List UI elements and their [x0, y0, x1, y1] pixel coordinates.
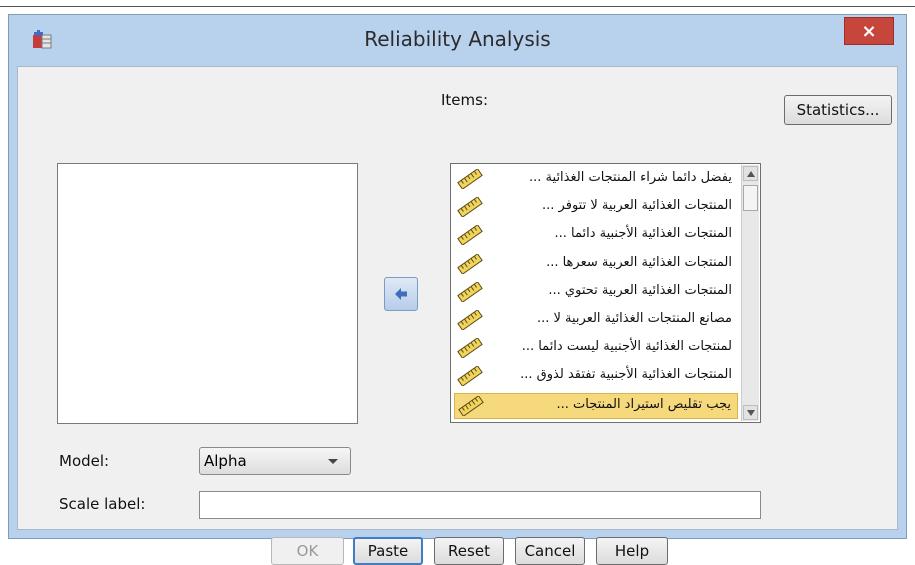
item-label: المنتجات الغذائية الأجنبية تفتقد لذوق ..… [520, 367, 732, 383]
ruler-scale-icon [457, 338, 483, 359]
ruler-scale-icon [457, 169, 483, 189]
move-items-button[interactable] [384, 277, 418, 311]
item-row[interactable]: المنتجات الغذائية الأجنبية دائما ... [454, 223, 738, 249]
help-button[interactable]: Help [596, 537, 668, 565]
ruler-scale-icon [457, 253, 483, 274]
cancel-button-label: Cancel [524, 542, 576, 560]
chevron-down-icon [328, 459, 338, 464]
model-select[interactable]: Alpha [199, 447, 351, 475]
ruler-scale-icon [457, 225, 483, 246]
item-label: المنتجات الغذائية العربية لا تتوفر ... [542, 198, 732, 214]
item-label: يفضل دائما شراء المنتجات الغذائية ... [529, 170, 732, 185]
item-label: المنتجات الغذائية الأجنبية دائما ... [554, 226, 732, 242]
ruler-scale-icon [458, 395, 484, 416]
statistics-button[interactable]: Statistics... [784, 95, 892, 125]
statistics-button-label: Statistics... [796, 101, 880, 119]
item-row[interactable]: يفضل دائما شراء المنتجات الغذائية ... [454, 167, 738, 193]
scroll-up-icon [746, 170, 755, 177]
ruler-scale-icon [457, 310, 483, 330]
paste-button-label: Paste [367, 542, 409, 560]
paste-button[interactable]: Paste [353, 537, 423, 565]
items-list[interactable]: يفضل دائما شراء المنتجات الغذائية ... الم… [450, 163, 761, 423]
model-label-text: Model: [59, 452, 110, 470]
title-bar[interactable]: Reliability Analysis × [9, 15, 906, 65]
variables-source-list[interactable] [57, 163, 358, 424]
dialog-body: Items: يفضل دائما شراء المنتجات الغذائية… [17, 66, 898, 565]
item-row[interactable]: المنتجات الغذائية العربية تحتوي ... [454, 280, 738, 306]
items-label-text: Items: [441, 91, 489, 109]
scroll-down-button[interactable] [743, 405, 758, 420]
items-label: Items: [441, 91, 488, 109]
item-row[interactable]: يجب تقليص استيراد المنتجات ... [454, 392, 738, 419]
scroll-thumb[interactable] [743, 185, 758, 211]
item-label: المنتجات الغذائية العربية تحتوي ... [548, 282, 732, 298]
item-row[interactable]: المنتجات الغذائية الأجنبية تفتقد لذوق ..… [454, 364, 738, 390]
scroll-up-button[interactable] [743, 166, 758, 181]
item-label: المنتجات الغذائية العربية سعرها ... [546, 254, 732, 270]
ok-button-label: OK [296, 542, 319, 560]
close-icon: × [861, 20, 877, 42]
item-label: يجب تقليص استيراد المنتجات ... [556, 396, 732, 412]
model-select-value: Alpha [204, 452, 247, 470]
reliability-analysis-dialog: Reliability Analysis × Items: يفضل دائما… [8, 14, 907, 565]
reset-button-label: Reset [448, 542, 490, 560]
close-button[interactable]: × [844, 17, 894, 45]
model-label: Model: [59, 452, 109, 470]
cancel-button[interactable]: Cancel [515, 537, 585, 565]
items-scrollbar[interactable] [741, 165, 759, 421]
item-row[interactable]: لمنتجات الغذائية الأجنبية ليست دائما ... [454, 336, 738, 362]
item-label: لمنتجات الغذائية الأجنبية ليست دائما ... [521, 339, 732, 355]
item-row[interactable]: المنتجات الغذائية العربية لا تتوفر ... [454, 195, 738, 221]
help-button-label: Help [614, 542, 650, 560]
item-row[interactable]: مصانع المنتجات الغذائية العربية لا ... [454, 308, 738, 334]
ruler-scale-icon [457, 281, 483, 302]
item-row[interactable]: المنتجات الغذائية العربية سعرها ... [454, 252, 738, 278]
top-divider [0, 6, 915, 7]
item-label: مصانع المنتجات الغذائية العربية لا ... [536, 311, 732, 326]
ruler-scale-icon [457, 366, 483, 387]
scale-label-input[interactable] [199, 491, 761, 519]
window-title: Reliability Analysis [364, 27, 551, 51]
scale-label-label: Scale label: [59, 495, 145, 513]
ruler-scale-icon [457, 197, 483, 218]
ok-button[interactable]: OK [271, 537, 344, 565]
left-arrow-icon [395, 288, 407, 300]
scroll-down-icon [746, 409, 755, 416]
scale-label-text: Scale label: [59, 495, 146, 513]
reset-button[interactable]: Reset [434, 537, 504, 565]
